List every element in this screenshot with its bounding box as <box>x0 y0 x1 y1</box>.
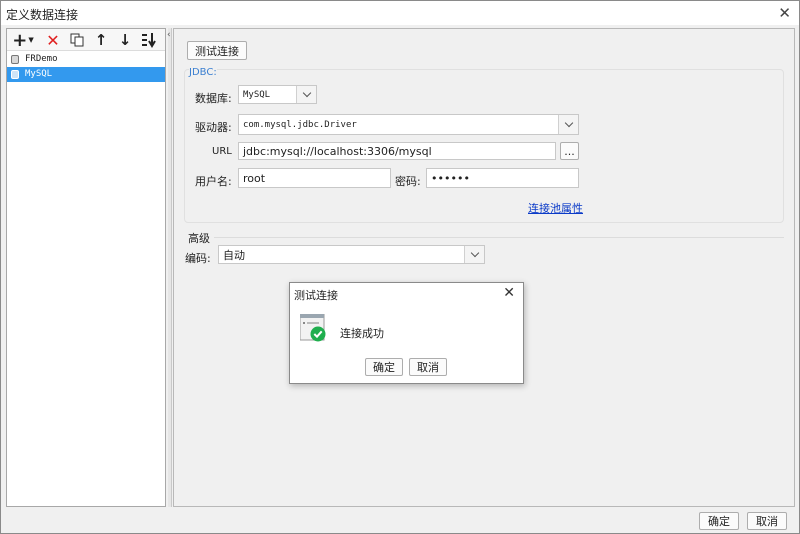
close-icon[interactable]: ✕ <box>778 4 791 22</box>
username-input[interactable]: root <box>238 168 391 188</box>
database-value: MySQL <box>243 89 271 100</box>
database-select[interactable]: MySQL <box>238 85 317 104</box>
chevron-down-icon[interactable] <box>296 86 316 103</box>
encoding-select[interactable]: 自动 <box>218 245 485 264</box>
define-data-connection-window: 定义数据连接 ✕ + ▼ ✕ ↑ ↓ FRDemo MySQL ‹ 测试连接 J… <box>0 0 800 534</box>
database-icon <box>11 55 19 64</box>
database-label: 数据库: <box>195 92 232 105</box>
dialog-title: 测试连接 <box>294 289 338 302</box>
url-input[interactable]: jdbc:mysql://localhost:3306/mysql <box>238 142 556 160</box>
collapse-arrow-icon[interactable]: ‹ <box>167 30 171 40</box>
pool-properties-link[interactable]: 连接池属性 <box>528 200 583 216</box>
test-connection-dialog: 测试连接 ✕ 连接成功 确定 取消 <box>289 282 524 384</box>
sort-icon[interactable] <box>139 31 159 49</box>
encoding-label: 编码: <box>185 252 211 265</box>
tree-item-label: MySQL <box>25 69 53 79</box>
connection-settings-pane: 测试连接 JDBC: 数据库: MySQL 驱动器: com.mysql.jdb… <box>173 28 795 507</box>
test-connection-button[interactable]: 测试连接 <box>187 41 247 60</box>
ok-button[interactable]: 确定 <box>699 512 739 530</box>
username-label: 用户名: <box>195 175 232 188</box>
window-title: 定义数据连接 <box>6 8 79 22</box>
dialog-ok-button[interactable]: 确定 <box>365 358 403 376</box>
chevron-down-icon[interactable] <box>558 115 578 134</box>
connection-toolbar: + ▼ ✕ ↑ ↓ <box>7 29 165 51</box>
title-bar: 定义数据连接 ✕ <box>1 1 799 25</box>
advanced-divider <box>214 237 784 238</box>
dialog-message: 连接成功 <box>340 327 384 340</box>
pane-splitter[interactable]: ‹ <box>167 28 172 507</box>
dialog-cancel-button[interactable]: 取消 <box>409 358 447 376</box>
arrow-up-icon[interactable]: ↑ <box>91 31 111 49</box>
arrow-down-icon[interactable]: ↓ <box>115 31 135 49</box>
url-label: URL <box>212 146 232 157</box>
password-input[interactable]: •••••• <box>426 168 579 188</box>
driver-select[interactable]: com.mysql.jdbc.Driver <box>238 114 579 135</box>
database-icon <box>11 70 19 79</box>
encoding-value: 自动 <box>223 248 245 262</box>
advanced-title: 高级 <box>188 232 210 245</box>
jdbc-legend: JDBC: <box>189 67 217 78</box>
close-icon[interactable]: ✕ <box>503 285 515 301</box>
password-label: 密码: <box>395 175 421 188</box>
url-value: jdbc:mysql://localhost:3306/mysql <box>243 144 432 158</box>
password-value: •••••• <box>431 171 470 185</box>
copy-icon[interactable] <box>67 31 87 49</box>
chevron-down-icon[interactable] <box>464 246 484 263</box>
tree-item-label: FRDemo <box>25 54 58 64</box>
driver-label: 驱动器: <box>195 121 232 134</box>
tree-item-mysql[interactable]: MySQL <box>7 67 165 82</box>
cancel-button[interactable]: 取消 <box>747 512 787 530</box>
url-more-button[interactable]: ... <box>560 142 579 160</box>
plus-icon[interactable]: + ▼ <box>10 30 36 51</box>
dialog-body: 连接成功 确定 取消 <box>290 305 523 383</box>
x-icon[interactable]: ✕ <box>43 31 63 50</box>
success-icon <box>300 314 326 342</box>
connection-tree: FRDemo MySQL <box>7 52 165 82</box>
username-value: root <box>243 171 266 185</box>
driver-value: com.mysql.jdbc.Driver <box>243 119 357 130</box>
connection-list-pane: + ▼ ✕ ↑ ↓ FRDemo MySQL <box>6 28 166 507</box>
tree-item-frdemo[interactable]: FRDemo <box>7 52 165 67</box>
